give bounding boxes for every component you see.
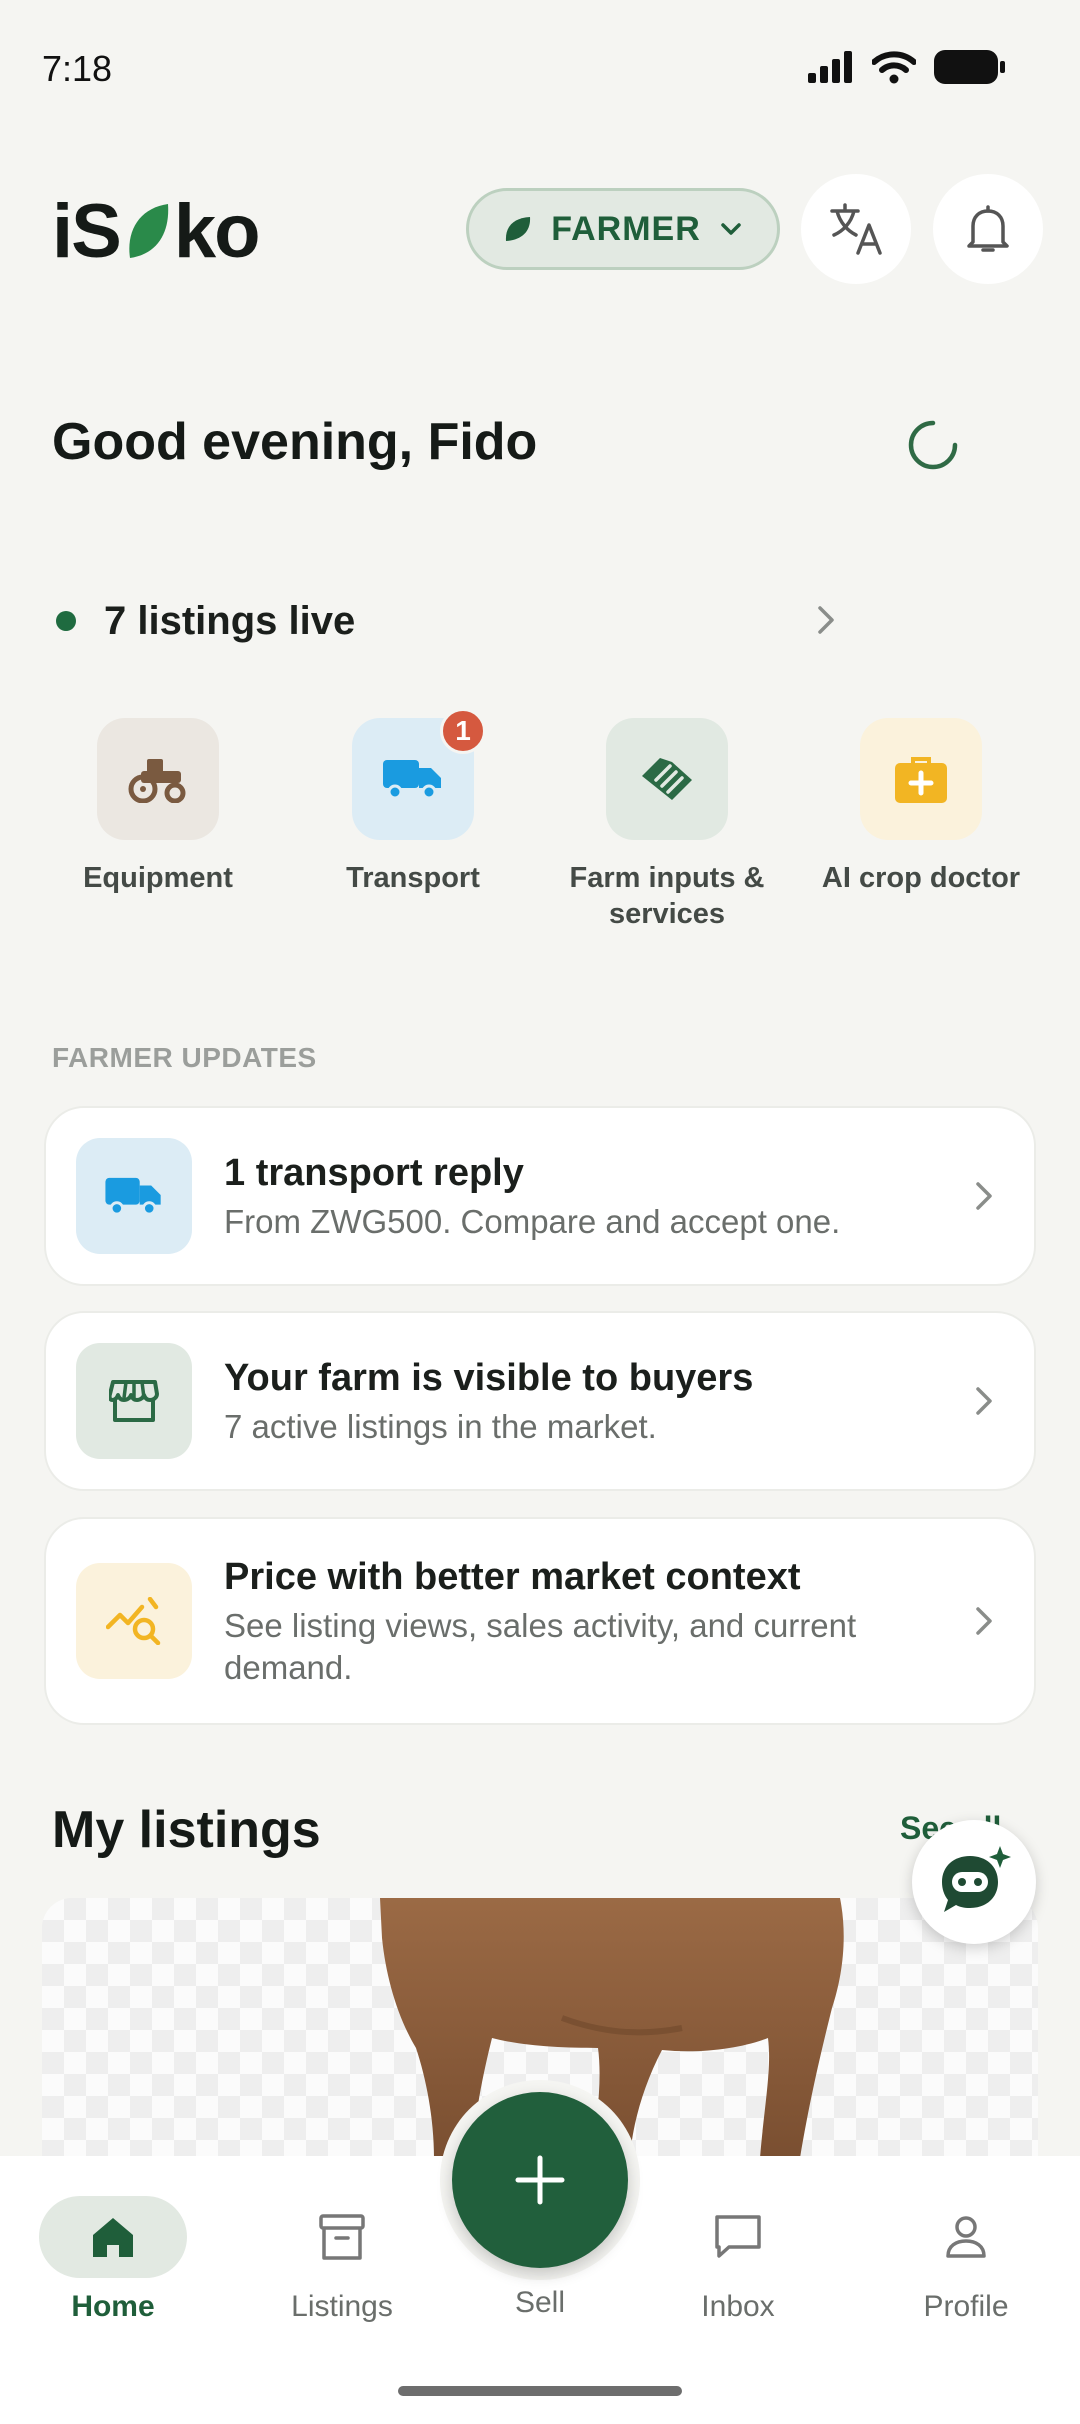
status-icons: [808, 50, 1006, 84]
notifications-button[interactable]: [933, 174, 1043, 284]
logo-text-right: ko: [173, 189, 261, 274]
nav-label: Inbox: [701, 2290, 775, 2323]
nav-label-sell[interactable]: Sell: [440, 2286, 640, 2320]
chevron-right-icon: [976, 1607, 992, 1635]
leaf-icon: [506, 217, 531, 241]
nav-home[interactable]: Home: [13, 2196, 213, 2324]
chart-search-icon: [106, 1597, 161, 1645]
ai-crop-doctor-tile: [860, 718, 982, 840]
plus-icon: [515, 2155, 565, 2205]
update-subtitle: 7 active listings in the market.: [224, 1408, 657, 1445]
chevron-right-icon: [818, 606, 834, 634]
truck-icon: [105, 1177, 161, 1216]
update-icon-tile: [76, 1343, 192, 1459]
wifi-icon: [872, 51, 916, 84]
chevron-right-icon: [976, 1182, 992, 1210]
logo-text-left: iS: [52, 189, 122, 274]
status-time: 7:18: [42, 48, 113, 89]
translate-icon: [830, 203, 882, 255]
quick-action-transport[interactable]: 1 Transport: [293, 708, 533, 896]
user-icon: [946, 2216, 986, 2258]
quick-action-ai-crop-doctor[interactable]: AI crop doctor: [801, 718, 1041, 896]
nav-label: Home: [71, 2290, 155, 2323]
handshake-icon: [642, 758, 692, 800]
ai-assistant-button[interactable]: [912, 1820, 1036, 1944]
leaf-logo-icon: [129, 203, 169, 258]
notification-badge: 1: [440, 708, 486, 754]
greeting: Good evening, Fido: [52, 413, 538, 471]
listings-live-text: 7 listings live: [104, 598, 356, 643]
update-subtitle: From ZWG500. Compare and accept one.: [224, 1203, 841, 1240]
update-subtitle: See listing views, sales activity, and c…: [224, 1607, 857, 1686]
transport-tile: 1: [352, 708, 486, 840]
quick-action-label: Farm inputs & services: [569, 862, 765, 930]
update-title: Your farm is visible to buyers: [224, 1357, 754, 1399]
listings-live-row[interactable]: 7 listings live: [56, 596, 836, 646]
update-title: Price with better market context: [224, 1556, 801, 1598]
equipment-tile: [97, 718, 219, 840]
home-indicator[interactable]: [398, 2386, 682, 2396]
quick-action-equipment[interactable]: Equipment: [38, 718, 278, 896]
truck-icon: [383, 760, 441, 800]
chat-bubble-icon: [715, 2215, 761, 2258]
update-icon-tile: [76, 1138, 192, 1254]
chevron-down-icon: [721, 223, 741, 235]
quick-action-label: Transport: [346, 862, 480, 894]
bell-icon: [967, 205, 1009, 252]
storefront-icon: [109, 1380, 159, 1422]
app-logo: iS ko: [52, 188, 261, 275]
role-label: FARMER: [551, 209, 701, 248]
signal-icon: [808, 51, 852, 83]
update-card-visibility[interactable]: Your farm is visible to buyers 7 active …: [44, 1311, 1036, 1491]
update-title: 1 transport reply: [224, 1152, 524, 1194]
sell-button[interactable]: [452, 2092, 628, 2268]
nav-listings[interactable]: Listings: [242, 2196, 442, 2324]
archive-box-icon: [319, 2214, 365, 2260]
chat-bot-icon: [942, 1846, 1011, 1912]
sell-button-ring: [440, 2080, 640, 2280]
update-card-transport[interactable]: 1 transport reply From ZWG500. Compare a…: [44, 1106, 1036, 1286]
farm-inputs-tile: [606, 718, 728, 840]
role-selector[interactable]: FARMER: [466, 188, 780, 270]
quick-action-farm-inputs[interactable]: Farm inputs & services: [547, 718, 787, 932]
quick-action-label: Equipment: [83, 862, 233, 894]
nav-inbox[interactable]: Inbox: [638, 2196, 838, 2324]
updates-heading: FARMER UPDATES: [52, 1042, 317, 1073]
tractor-icon: [128, 759, 186, 803]
first-aid-kit-icon: [895, 757, 947, 803]
my-listings-title: My listings: [52, 1801, 321, 1859]
update-card-pricing[interactable]: Price with better market context See lis…: [44, 1517, 1036, 1725]
nav-profile[interactable]: Profile: [866, 2196, 1066, 2324]
nav-label: Listings: [291, 2290, 393, 2323]
nav-label: Profile: [923, 2290, 1009, 2323]
battery-icon: [934, 50, 1005, 84]
chevron-right-icon: [976, 1387, 992, 1415]
live-status-dot: [56, 611, 76, 631]
translate-button[interactable]: [801, 174, 911, 284]
home-icon: [93, 2218, 133, 2257]
quick-action-label: AI crop doctor: [821, 862, 1021, 894]
loading-spinner-icon: [908, 420, 958, 470]
update-icon-tile: [76, 1563, 192, 1679]
